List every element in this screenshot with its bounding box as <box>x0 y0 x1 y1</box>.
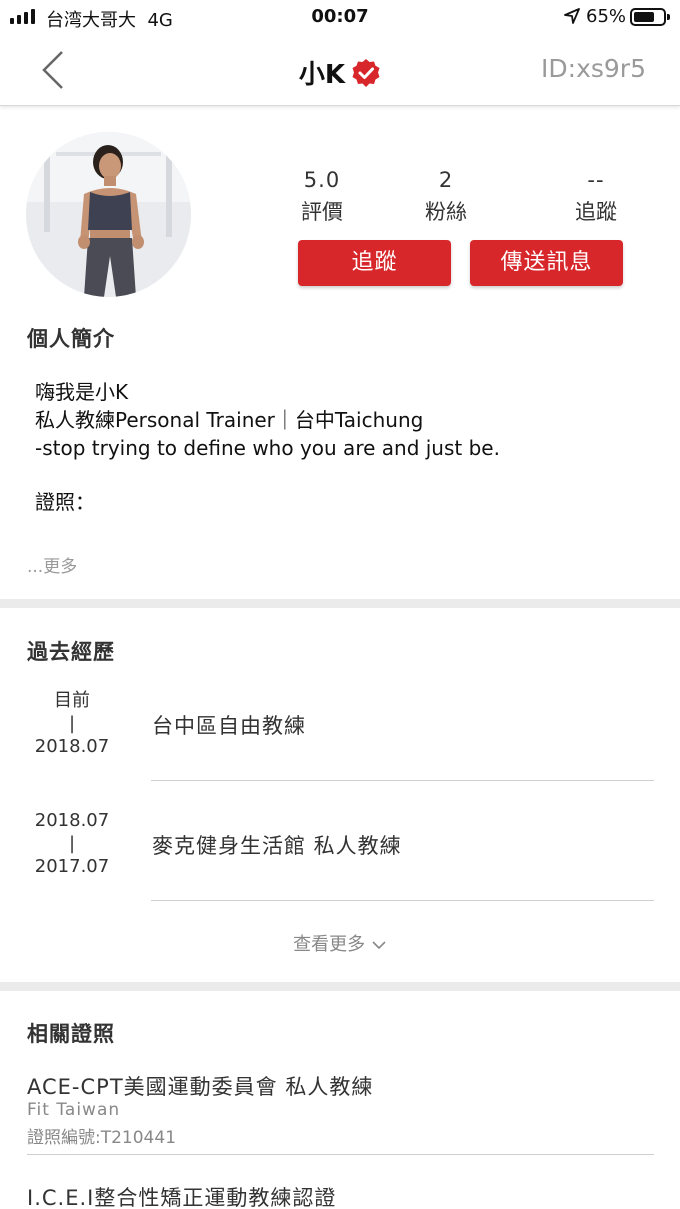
bio-line: 證照： <box>35 490 95 514</box>
avatar-image <box>26 132 191 297</box>
experience-date-range: 2018.07 | 2017.07 <box>20 809 124 878</box>
experience-heading: 過去經歷 <box>27 640 115 664</box>
chevron-down-icon <box>372 941 386 950</box>
date-separator: | <box>68 833 76 854</box>
navigation-bar: 小K ID:xs9r5 <box>0 34 680 106</box>
row-divider <box>151 900 654 901</box>
date-end: 2018.07 <box>34 810 110 831</box>
experience-date-range: 目前 | 2018.07 <box>20 689 124 758</box>
row-divider <box>27 1154 654 1155</box>
bio-line: 嗨我是小K <box>35 380 129 404</box>
certifications-heading: 相關證照 <box>27 1022 115 1046</box>
stat-followers[interactable]: 2 粉絲 <box>386 168 506 226</box>
user-id: ID:xs9r5 <box>541 54 646 83</box>
stat-label: 評價 <box>301 200 343 224</box>
certification-number: 證照編號:T210441 <box>27 1128 177 1148</box>
row-divider <box>151 780 654 781</box>
stat-value: -- <box>587 168 605 192</box>
stat-following[interactable]: -- 追蹤 <box>536 168 656 226</box>
battery-icon <box>630 8 670 26</box>
certification-name: I.C.E.I整合性矯正運動教練認證 <box>27 1186 337 1209</box>
bio-more-link[interactable]: ...更多 <box>27 552 77 577</box>
experience-title: 台中區自由教練 <box>152 714 306 738</box>
stat-rating[interactable]: 5.0 評價 <box>262 168 382 226</box>
date-separator: | <box>68 713 76 734</box>
date-start: 2018.07 <box>34 736 110 757</box>
stat-label: 粉絲 <box>425 200 467 224</box>
section-divider <box>0 599 680 608</box>
see-more-label: 查看更多 <box>293 934 366 955</box>
avatar[interactable] <box>26 132 191 297</box>
status-bar: 台湾大哥大 4G 00:07 65% <box>0 0 680 34</box>
date-start: 2017.07 <box>34 856 110 877</box>
stat-value: 5.0 <box>303 168 341 192</box>
certification-name: ACE-CPT美國運動委員會 私人教練 <box>27 1075 374 1099</box>
date-end: 目前 <box>54 690 90 711</box>
section-divider <box>0 982 680 991</box>
bio-heading: 個人簡介 <box>27 327 115 351</box>
bio-line: 私人教練Personal Trainer｜台中Taichung <box>35 408 424 432</box>
follow-button[interactable]: 追蹤 <box>298 240 451 286</box>
profile-name: 小K <box>298 60 346 90</box>
send-message-button[interactable]: 傳送訊息 <box>470 240 623 286</box>
experience-title: 麥克健身生活館 私人教練 <box>152 834 402 858</box>
stat-value: 2 <box>438 168 454 192</box>
verified-badge-icon <box>352 58 380 87</box>
stat-label: 追蹤 <box>575 200 617 224</box>
certification-org: Fit Taiwan <box>27 1100 121 1120</box>
bio-line: -stop trying to define who you are and j… <box>35 436 500 460</box>
see-more-button[interactable]: 查看更多 <box>0 930 680 956</box>
location-arrow-icon <box>564 8 580 24</box>
bio-text: 嗨我是小K 私人教練Personal Trainer｜台中Taichung -s… <box>35 378 500 516</box>
battery-percent: 65% <box>586 6 627 27</box>
